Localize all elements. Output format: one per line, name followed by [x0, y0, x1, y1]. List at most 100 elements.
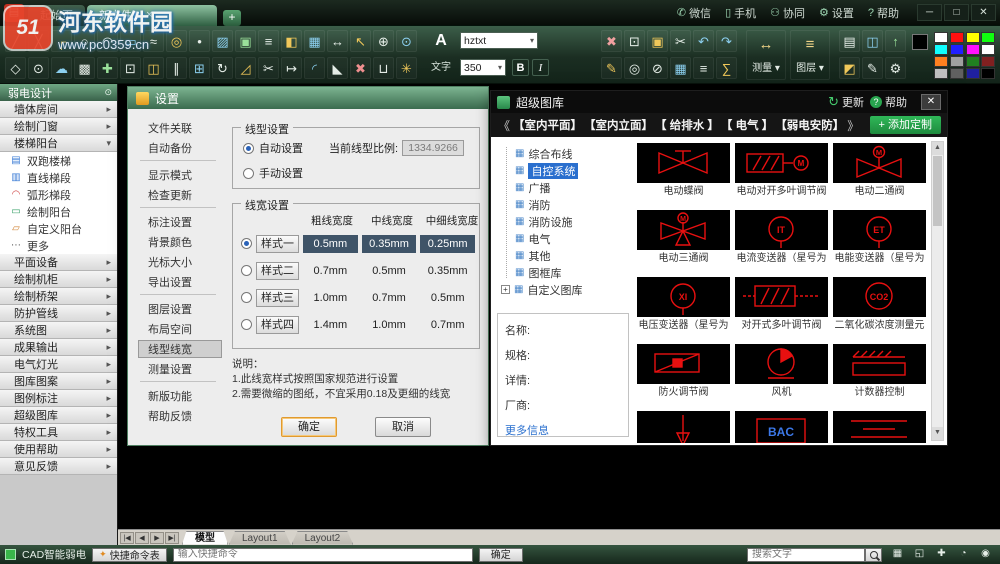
- first-tab-scroll-button[interactable]: |◀: [120, 532, 134, 544]
- scroll-up-icon[interactable]: ▲: [932, 142, 943, 155]
- donut-icon[interactable]: ◎: [166, 30, 187, 52]
- sidebar-item-11[interactable]: 绘制桥架▸: [0, 288, 117, 305]
- shortcut-table-button[interactable]: ✦ 快捷命令表: [92, 548, 167, 562]
- update-button[interactable]: ↻ 更新: [828, 94, 864, 110]
- maximize-button[interactable]: □: [944, 4, 969, 21]
- color-swatch-7[interactable]: [981, 44, 995, 55]
- move-icon[interactable]: ✚: [97, 57, 118, 79]
- new-tab-button[interactable]: +: [223, 10, 241, 26]
- color-swatch-2[interactable]: [966, 32, 980, 43]
- layout-tab-1[interactable]: Layout1: [229, 531, 291, 545]
- library-item-10[interactable]: 风机: [735, 344, 828, 399]
- polyline-icon[interactable]: ┌: [51, 30, 72, 52]
- titlebar-collab-button[interactable]: ⚇协同: [770, 5, 805, 21]
- color-swatch-4[interactable]: [934, 44, 948, 55]
- options-icon[interactable]: ⚙: [885, 57, 906, 79]
- fillet-icon[interactable]: ◜: [304, 57, 325, 79]
- sidebar-item-18[interactable]: 超级图库▸: [0, 407, 117, 424]
- settings-nav-item-11[interactable]: 测量设置: [138, 360, 222, 378]
- linewidth-style-row-1[interactable]: 样式二0.7mm0.5mm0.35mm: [241, 257, 475, 284]
- scroll-down-icon[interactable]: ▼: [932, 427, 943, 440]
- library-item-5[interactable]: ET电能变送器（星号为: [833, 210, 926, 265]
- color-swatch-1[interactable]: [950, 32, 964, 43]
- color-swatch-5[interactable]: [950, 44, 964, 55]
- manual-setting-radio[interactable]: [243, 168, 254, 179]
- add-custom-button[interactable]: + 添加定制: [870, 116, 941, 134]
- category-prev-button[interactable]: 《: [497, 117, 511, 134]
- ellipse-icon[interactable]: ⊙: [28, 57, 49, 79]
- settings-nav-item-0[interactable]: 文件关联: [138, 119, 222, 137]
- sidebar-item-17[interactable]: 图例标注▸: [0, 390, 117, 407]
- construction-line-icon[interactable]: ╳: [28, 30, 49, 52]
- point-icon[interactable]: •: [189, 30, 210, 52]
- settings-nav-item-13[interactable]: 帮助反馈: [138, 407, 222, 425]
- style-name-cell[interactable]: 样式一: [256, 235, 299, 253]
- color-swatch-12[interactable]: [934, 68, 948, 79]
- library-item-12[interactable]: [637, 411, 730, 443]
- settings-nav-item-8[interactable]: 图层设置: [138, 300, 222, 318]
- library-item-1[interactable]: M电动对开多叶调节阀: [735, 143, 828, 198]
- library-item-8[interactable]: CO2二氧化碳浓度测量元: [833, 277, 926, 332]
- sidebar-subitem-8[interactable]: ⋯更多: [0, 237, 117, 254]
- sidebar-header[interactable]: 弱电设计 ⊙: [0, 84, 117, 101]
- library-category-tab-1[interactable]: 【室内立面】: [584, 117, 653, 133]
- color-swatch-11[interactable]: [981, 56, 995, 67]
- library-item-6[interactable]: XI电压变送器（星号为: [637, 277, 730, 332]
- linewidth-style-row-0[interactable]: 样式一0.5mm0.35mm0.25mm: [241, 230, 475, 257]
- color-swatch-0[interactable]: [934, 32, 948, 43]
- manual-setting-row[interactable]: 手动设置: [243, 165, 303, 181]
- tolerance-icon[interactable]: ⊕: [373, 30, 394, 52]
- sidebar-item-20[interactable]: 使用帮助▸: [0, 441, 117, 458]
- scroll-thumb[interactable]: [933, 156, 942, 226]
- table-icon[interactable]: ▦: [304, 30, 325, 52]
- explode-icon[interactable]: ✳: [396, 57, 417, 79]
- sidebar-subitem-7[interactable]: ▱自定义阳台: [0, 220, 117, 237]
- cancel-button[interactable]: 取消: [375, 417, 431, 437]
- sidebar-item-16[interactable]: 图库图案▸: [0, 373, 117, 390]
- library-item-13[interactable]: BAC: [735, 411, 828, 443]
- mirror-icon[interactable]: ◫: [143, 57, 164, 79]
- color-swatch-15[interactable]: [981, 68, 995, 79]
- style-name-cell[interactable]: 样式三: [256, 289, 299, 307]
- match-properties-icon[interactable]: ✎: [601, 57, 622, 79]
- tree-item-8[interactable]: +▦自定义图库: [501, 281, 629, 298]
- settings-nav-item-12[interactable]: 新版功能: [138, 387, 222, 405]
- library-category-tab-0[interactable]: 【室内平面】: [513, 117, 582, 133]
- measure-dropdown[interactable]: ↔测量 ▾: [746, 30, 786, 80]
- search-input[interactable]: [747, 548, 865, 562]
- italic-button[interactable]: I: [532, 59, 549, 76]
- join-icon[interactable]: ⊔: [373, 57, 394, 79]
- trim-icon[interactable]: ✂: [258, 57, 279, 79]
- settings-nav-item-2[interactable]: 显示模式: [138, 166, 222, 184]
- chamfer-icon[interactable]: ◣: [327, 57, 348, 79]
- close-button[interactable]: ✕: [921, 94, 941, 110]
- preview-icon[interactable]: ◫: [862, 30, 883, 52]
- sidebar-item-9[interactable]: 平面设备▸: [0, 254, 117, 271]
- bold-button[interactable]: B: [512, 59, 529, 76]
- add-icon[interactable]: ✚: [933, 547, 950, 562]
- extend-icon[interactable]: ↦: [281, 57, 302, 79]
- sidebar-subitem-4[interactable]: ▥直线梯段: [0, 169, 117, 186]
- ok-button[interactable]: 确定: [281, 417, 337, 437]
- brush-icon[interactable]: ✎: [862, 57, 883, 79]
- arc-icon[interactable]: ◠: [97, 30, 118, 52]
- layers-dropdown[interactable]: ≡图层 ▾: [790, 30, 830, 80]
- print-icon[interactable]: ▤: [839, 30, 860, 52]
- array-icon[interactable]: ⊞: [189, 57, 210, 79]
- copy-icon[interactable]: ⊡: [120, 57, 141, 79]
- sidebar-subitem-6[interactable]: ▭绘制阳台: [0, 203, 117, 220]
- sidebar-item-13[interactable]: 系统图▸: [0, 322, 117, 339]
- linetype-scale-input[interactable]: [402, 140, 464, 156]
- offset-icon[interactable]: ∥: [166, 57, 187, 79]
- grid-display-icon[interactable]: ▦: [889, 547, 906, 562]
- library-item-3[interactable]: M电动三通阀: [637, 210, 730, 265]
- block-icon[interactable]: ◧: [281, 30, 302, 52]
- purge-icon[interactable]: ⊘: [647, 57, 668, 79]
- app-menu-button[interactable]: ▤: [4, 4, 24, 22]
- search-icon[interactable]: [865, 548, 882, 562]
- cut-icon[interactable]: ✂: [670, 30, 691, 52]
- sidebar-item-19[interactable]: 特权工具▸: [0, 424, 117, 441]
- tree-item-3[interactable]: ▦消防: [501, 196, 629, 213]
- settings-nav-item-9[interactable]: 布局空间: [138, 320, 222, 338]
- library-item-4[interactable]: IT电流变送器（星号为: [735, 210, 828, 265]
